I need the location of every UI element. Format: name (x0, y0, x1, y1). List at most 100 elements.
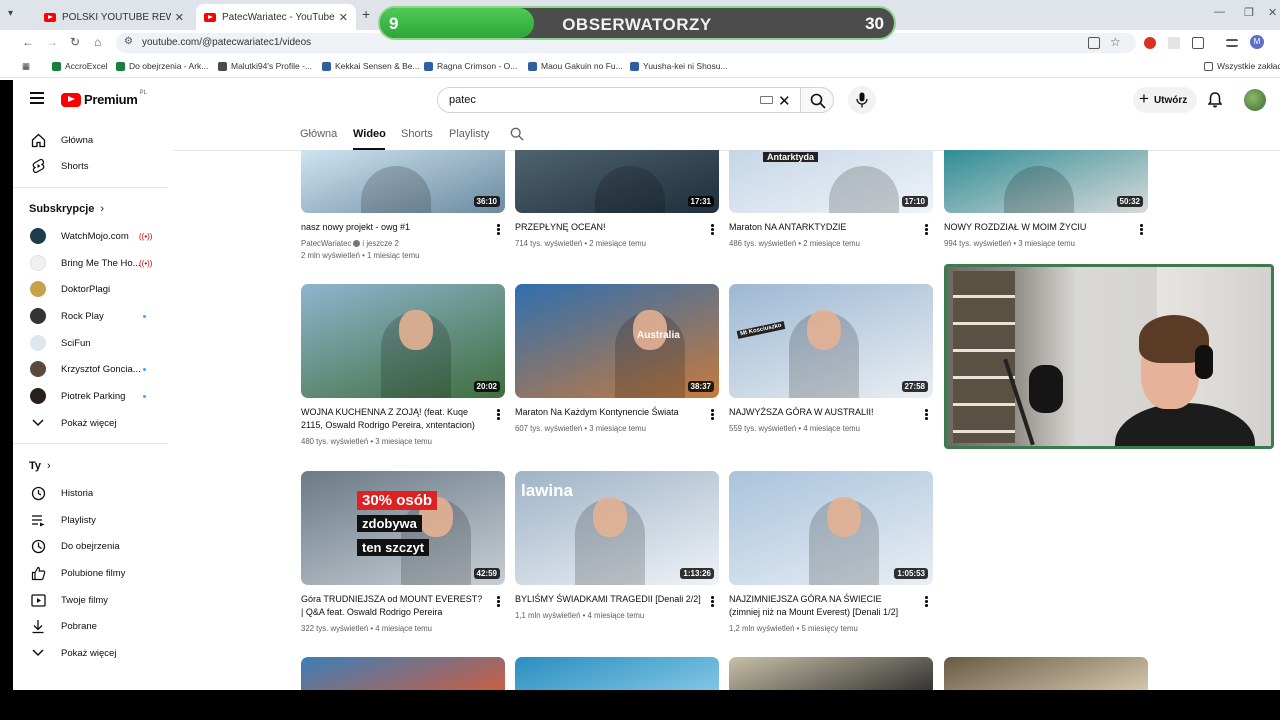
bookmark-item[interactable]: Malutki94's Profile -... (218, 61, 312, 71)
bookmark-item[interactable]: Yuusha-kei ni Shosu... (630, 61, 728, 71)
video-title[interactable]: nasz nowy projekt - owg #1 (301, 221, 487, 234)
video-thumbnail[interactable]: 36:10 (301, 150, 505, 213)
sidebar-item-subscription[interactable]: Bring Me The Ho... ((•)) (13, 250, 168, 276)
account-avatar[interactable] (1244, 89, 1266, 111)
video-title[interactable]: WOJNA KUCHENNA Z ZOJĄ! (feat. Kuqe 2115,… (301, 406, 487, 432)
more-options-icon[interactable] (1140, 224, 1143, 236)
tab-close-icon[interactable]: ✕ (339, 11, 348, 24)
sidebar-item-subscription[interactable]: SciFun (13, 330, 168, 356)
search-button[interactable] (800, 87, 834, 113)
video-title[interactable]: PRZEPŁYNĘ OCEAN! (515, 221, 701, 234)
video-thumbnail[interactable]: Mt Kosciuszko 27:58 (729, 284, 933, 398)
tab-home[interactable]: Główna (300, 128, 337, 140)
extension-icon[interactable] (1168, 37, 1180, 49)
video-title[interactable]: BYLIŚMY ŚWIADKAMI TRAGEDII [Denali 2/2] (515, 593, 701, 606)
reload-icon[interactable]: ↻ (70, 35, 80, 49)
restore-icon[interactable]: ❐ (1244, 6, 1254, 19)
more-options-icon[interactable] (925, 596, 928, 608)
sidebar-item-your-videos[interactable]: Twoje filmy (13, 587, 168, 613)
video-card[interactable]: lawina 1:13:26 BYLIŚMY ŚWIADKAMI TRAGEDII … (515, 471, 719, 620)
video-card[interactable]: 17:31 PRZEPŁYNĘ OCEAN! 714 tys. wyświetleń… (515, 150, 719, 248)
browser-tab-rewind[interactable]: POLSKI YOUTUBE REWIND 202 ✕ (36, 4, 192, 30)
video-card[interactable]: 20:02 WOJNA KUCHENNA Z ZOJĄ! (feat. Kuqe … (301, 284, 505, 446)
youtube-logo[interactable]: Premium PL (61, 90, 147, 107)
cast-icon[interactable] (1088, 37, 1100, 49)
more-options-icon[interactable] (925, 409, 928, 421)
reading-list-icon[interactable] (1226, 39, 1238, 47)
more-options-icon[interactable] (711, 596, 714, 608)
clear-search-icon[interactable]: ✕ (778, 92, 791, 110)
sidebar-item-subscription[interactable]: Piotrek Parking (13, 383, 168, 409)
video-channel[interactable]: PatecWariatec (301, 239, 351, 248)
you-heading[interactable]: Ty › (29, 460, 51, 472)
show-more-subscriptions[interactable]: Pokaż więcej (13, 410, 168, 436)
more-options-icon[interactable] (497, 224, 500, 236)
bookmark-item[interactable]: Maou Gakuin no Fu... (528, 61, 623, 71)
sidebar-item-shorts[interactable]: Shorts (13, 153, 168, 179)
video-thumbnail[interactable]: 30% osób zdobywa ten szczyt 42:59 (301, 471, 505, 585)
apps-grid-icon[interactable]: ▦ (22, 61, 30, 72)
sidebar-item-liked[interactable]: Polubione filmy (13, 560, 168, 586)
extensions-puzzle-icon[interactable] (1192, 37, 1204, 49)
more-options-icon[interactable] (711, 224, 714, 236)
sidebar-item-subscription[interactable]: DoktorPlagi (13, 276, 168, 302)
video-thumbnail[interactable] (944, 657, 1148, 690)
video-title[interactable]: Góra TRUDNIEJSZA od MOUNT EVEREST? | Q&A… (301, 593, 487, 619)
bookmark-item[interactable]: Kekkai Sensen & Be... (322, 61, 420, 71)
tab-close-icon[interactable]: ✕ (175, 11, 184, 24)
bookmark-item[interactable]: Do obejrzenia - Ark... (116, 61, 208, 71)
adblock-extension-icon[interactable] (1144, 37, 1156, 49)
video-title[interactable]: NAJZIMNIEJSZA GÓRA NA ŚWIECIE (zimniej n… (729, 593, 915, 619)
show-more-you[interactable]: Pokaż więcej (13, 640, 168, 666)
video-title[interactable]: NOWY ROZDZIAŁ W MOIM ŻYCIU (944, 221, 1130, 234)
video-thumbnail[interactable]: lawina 1:13:26 (515, 471, 719, 585)
bookmark-item[interactable]: AccroExcel (52, 61, 108, 71)
video-card[interactable]: 30% osób zdobywa ten szczyt 42:59 Góra TRUDN… (301, 471, 505, 633)
video-title[interactable]: NAJWYŻSZA GÓRA W AUSTRALII! (729, 406, 915, 419)
sidebar-item-history[interactable]: Historia (13, 480, 168, 506)
video-card[interactable]: 50:32 NOWY ROZDZIAŁ W MOIM ŻYCIU 994 tys. … (944, 150, 1148, 248)
forward-icon[interactable]: → (46, 35, 58, 49)
minimize-icon[interactable]: — (1214, 6, 1225, 18)
video-card[interactable]: Mt Kosciuszko 27:58 NAJWYŻSZA GÓRA W AUSTR… (729, 284, 933, 433)
video-title[interactable]: Maraton NA ANTARKTYDZIE (729, 221, 915, 234)
sidebar-item-downloads[interactable]: Pobrane (13, 613, 168, 639)
notifications-bell-icon[interactable] (1208, 92, 1222, 108)
more-options-icon[interactable] (711, 409, 714, 421)
video-thumbnail[interactable]: 1:05:53 (729, 471, 933, 585)
video-card[interactable]: Australia 38:37 Maraton Na Każdym Kontynen… (515, 284, 719, 433)
search-input[interactable]: patec ✕ (437, 87, 801, 113)
voice-search-button[interactable] (848, 86, 876, 114)
new-tab-icon[interactable]: + (362, 6, 370, 22)
guide-menu-icon[interactable] (30, 92, 44, 104)
close-window-icon[interactable]: ✕ (1268, 6, 1277, 19)
video-card[interactable]: 1:05:53 NAJZIMNIEJSZA GÓRA NA ŚWIECIE (zi… (729, 471, 933, 633)
sidebar-item-home[interactable]: Główna (13, 127, 168, 153)
more-options-icon[interactable] (925, 224, 928, 236)
video-thumbnail[interactable]: Antarktyda 17:10 (729, 150, 933, 213)
sidebar-item-subscription[interactable]: WatchMojo.com ((•)) (13, 223, 168, 249)
tab-videos[interactable]: Wideo (353, 128, 386, 140)
video-title[interactable]: Maraton Na Każdym Kontynencie Świata (515, 406, 701, 419)
video-thumbnail[interactable]: Australia 38:37 (515, 284, 719, 398)
tab-playlists[interactable]: Playlisty (449, 128, 489, 140)
create-button[interactable]: + Utwórz (1133, 87, 1197, 113)
sidebar-item-subscription[interactable]: Krzysztof Goncia... (13, 356, 168, 382)
bookmark-item[interactable]: Ragna Crimson - O... (424, 61, 517, 71)
site-info-icon[interactable]: ⚙ (124, 36, 133, 47)
more-options-icon[interactable] (497, 596, 500, 608)
tab-search-icon[interactable]: ▾ (8, 8, 22, 22)
channel-search-icon[interactable] (510, 127, 524, 141)
video-thumbnail[interactable] (301, 657, 505, 690)
video-thumbnail[interactable] (729, 657, 933, 690)
video-thumbnail[interactable]: 50:32 (944, 150, 1148, 213)
video-thumbnail[interactable] (515, 657, 719, 690)
sidebar-item-watch-later[interactable]: Do obejrzenia (13, 533, 168, 559)
video-card[interactable]: Antarktyda 17:10 Maraton NA ANTARKTYDZIE 48… (729, 150, 933, 248)
more-options-icon[interactable] (497, 409, 500, 421)
video-card[interactable]: 36:10 nasz nowy projekt - owg #1 PatecWari… (301, 150, 505, 260)
video-thumbnail[interactable]: 20:02 (301, 284, 505, 398)
sidebar-item-subscription[interactable]: Rock Play (13, 303, 168, 329)
subscriptions-heading[interactable]: Subskrypcje › (29, 203, 104, 215)
browser-tab-patecwariatec[interactable]: PatecWariatec - YouTube ✕ (196, 4, 356, 30)
